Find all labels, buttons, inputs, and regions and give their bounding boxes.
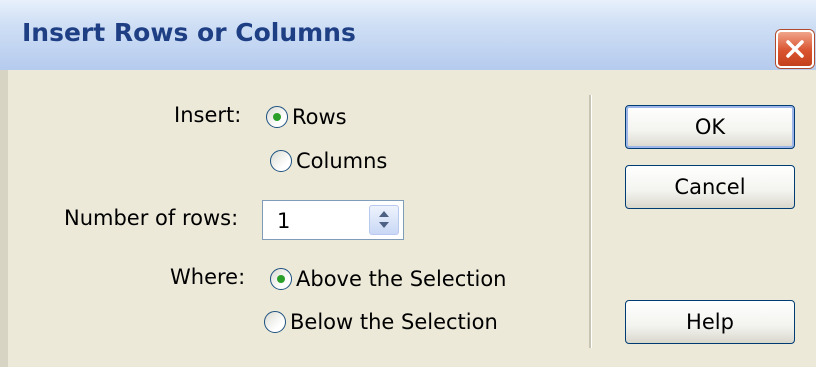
window-left-border xyxy=(0,70,8,367)
radio-above-label: Above the Selection xyxy=(296,267,507,291)
radio-columns[interactable]: Columns xyxy=(270,149,387,173)
cancel-button[interactable]: Cancel xyxy=(625,165,795,209)
insert-label: Insert: xyxy=(174,103,242,127)
spinner-buttons[interactable] xyxy=(369,205,399,235)
radio-below-circle xyxy=(264,311,286,333)
close-x-icon xyxy=(786,40,804,58)
radio-rows[interactable]: Rows xyxy=(266,105,347,129)
where-label: Where: xyxy=(170,265,246,289)
spinner-up-down-icon xyxy=(379,211,389,228)
close-button[interactable] xyxy=(776,30,814,68)
help-button[interactable]: Help xyxy=(625,300,795,344)
number-of-rows-value[interactable]: 1 xyxy=(277,209,290,233)
dialog-title: Insert Rows or Columns xyxy=(22,18,356,47)
radio-above-circle xyxy=(270,268,292,290)
number-of-rows-stepper[interactable]: 1 xyxy=(262,200,404,240)
ok-button[interactable]: OK xyxy=(625,105,795,149)
radio-rows-circle xyxy=(266,106,288,128)
radio-columns-label: Columns xyxy=(296,149,388,173)
radio-columns-circle xyxy=(270,150,292,172)
title-bar[interactable]: Insert Rows or Columns xyxy=(0,0,816,71)
vertical-separator xyxy=(589,95,592,348)
radio-below-selection[interactable]: Below the Selection xyxy=(264,310,498,334)
radio-below-label: Below the Selection xyxy=(290,310,498,334)
number-of-rows-label: Number of rows: xyxy=(64,206,239,230)
radio-rows-label: Rows xyxy=(292,105,347,129)
radio-selected-dot xyxy=(277,275,285,283)
insert-rows-columns-dialog: Insert Rows or Columns Insert: Rows Colu… xyxy=(0,0,816,367)
radio-selected-dot xyxy=(273,113,281,121)
radio-above-selection[interactable]: Above the Selection xyxy=(270,267,506,291)
